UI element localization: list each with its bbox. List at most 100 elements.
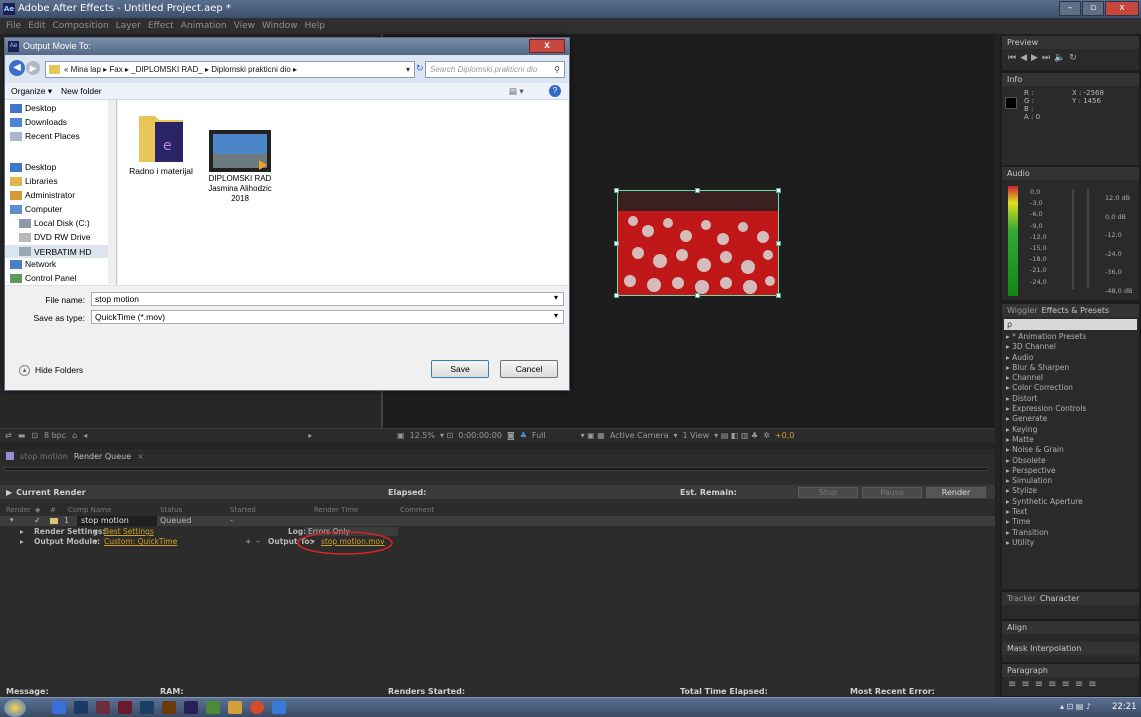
effect-category-item[interactable]: ▸ Simulation (1002, 476, 1139, 486)
frame-handle-bl[interactable] (614, 293, 619, 298)
menu-animation[interactable]: Animation (181, 18, 227, 34)
output-module-link[interactable]: Custom: QuickTime (104, 537, 177, 546)
cancel-button[interactable]: Cancel (500, 360, 558, 378)
file-item-video[interactable]: DIPLOMSKI RAD Jasmina Alihodzic 2018 (206, 130, 274, 204)
render-settings-expand-icon[interactable]: ▸ (20, 527, 24, 536)
tab-align[interactable]: Align (1007, 623, 1027, 632)
back-button[interactable]: ◀ (9, 60, 25, 76)
save-type-select[interactable]: QuickTime (*.mov) (91, 310, 564, 324)
col-comp-name[interactable]: Comp Name (68, 506, 111, 514)
view-options-icon[interactable]: ▤ ▾ (509, 83, 524, 100)
frame-handle-tl[interactable] (614, 188, 619, 193)
tab-mask-interpolation[interactable]: Mask Interpolation (1007, 644, 1081, 653)
tab-tracker[interactable]: Tracker (1007, 594, 1036, 603)
menu-effect[interactable]: Effect (148, 18, 174, 34)
nav-scrollbar[interactable] (108, 100, 116, 284)
nav-downloads[interactable]: Downloads (10, 117, 67, 127)
organize-menu[interactable]: Organize ▾ (11, 83, 52, 100)
nav-libraries[interactable]: Libraries (10, 176, 58, 186)
effect-category-item[interactable]: ▸ Color Correction (1002, 383, 1139, 393)
pause-button[interactable]: Pause (862, 487, 922, 498)
new-folder-icon[interactable]: ▬ (18, 431, 26, 440)
effect-category-item[interactable]: ▸ Synthetic Aperture (1002, 497, 1139, 507)
menu-edit[interactable]: Edit (28, 18, 45, 34)
camera-dropdown[interactable]: Active Camera (610, 431, 669, 440)
nav-local-disk[interactable]: Local Disk (C:) (19, 218, 90, 228)
nav-network[interactable]: Network (10, 259, 56, 269)
help-icon[interactable]: ? (549, 85, 561, 97)
tab-close-icon[interactable]: × (137, 452, 144, 461)
effect-category-item[interactable]: ▸ Noise & Grain (1002, 445, 1139, 455)
frame-handle-tm[interactable] (695, 188, 700, 193)
illustrator-taskbar-icon[interactable] (162, 701, 176, 714)
nav-verbatim[interactable]: VERBATIM HD (5, 245, 116, 258)
trash-icon[interactable]: ⌂ (72, 431, 77, 440)
nav-computer[interactable]: Computer (10, 204, 62, 214)
render-settings-link[interactable]: Best Settings (104, 527, 154, 536)
view-options-icon[interactable]: ▾ ▤ ◧ ▥ ♣ (714, 431, 758, 440)
effect-category-item[interactable]: ▸ Perspective (1002, 466, 1139, 476)
view-layout-dropdown[interactable]: 1 View (683, 431, 710, 440)
region-icon[interactable]: ▾ ▣ ▦ (581, 431, 605, 440)
tab-paragraph[interactable]: Paragraph (1007, 666, 1048, 675)
breadcrumb[interactable]: « Mina lap ▸ Fax ▸ _DIPLOMSKI RAD_ ▸ Dip… (45, 61, 415, 78)
exposure-icon[interactable]: ✲ (763, 431, 770, 440)
camera-snapshot-icon[interactable]: ◙ (507, 431, 515, 440)
explorer-taskbar-icon[interactable] (52, 701, 66, 714)
search-icon[interactable]: ⚲ (554, 62, 560, 77)
effect-category-item[interactable]: ▸ Time (1002, 517, 1139, 527)
tab-character[interactable]: Character (1040, 594, 1080, 603)
tab-audio[interactable]: Audio (1007, 169, 1030, 178)
exposure-value[interactable]: +0,0 (775, 431, 794, 440)
expand-icon[interactable]: ▾ (10, 516, 14, 524)
current-render-toggle-icon[interactable]: ▶ (6, 488, 12, 497)
render-button[interactable]: Render (926, 487, 986, 498)
audio-slider-right[interactable] (1087, 189, 1089, 289)
maximize-button[interactable]: ▫ (1082, 1, 1104, 16)
render-settings-dropdown-icon[interactable]: ▾ (94, 527, 98, 536)
indesign-taskbar-icon[interactable] (96, 701, 110, 714)
effect-category-item[interactable]: ▸ * Animation Presets (1002, 332, 1139, 342)
composition-frame[interactable] (617, 190, 779, 296)
stop-button[interactable]: Stop (798, 487, 858, 498)
preview-controls-icon[interactable]: ⏮◀▶⏭🔈↻ (1002, 49, 1139, 67)
search-input[interactable]: Search Diplomski prakticni dio ⚲ (425, 61, 565, 78)
frame-handle-ml[interactable] (614, 241, 619, 246)
file-name-dropdown-icon[interactable]: ▾ (554, 293, 558, 302)
bpc-label[interactable]: 8 bpc (44, 431, 66, 440)
aspect-icon[interactable]: ▾ ⊡ (440, 431, 453, 440)
photoshop-taskbar-icon[interactable] (140, 701, 154, 714)
col-comment[interactable]: Comment (400, 506, 434, 514)
interpret-footage-icon[interactable]: ⇄ (5, 431, 12, 440)
menu-view[interactable]: View (234, 18, 255, 34)
app-taskbar-icon[interactable] (118, 701, 132, 714)
tab-info[interactable]: Info (1007, 75, 1022, 84)
file-item-folder[interactable]: e Radno i materijal (126, 108, 196, 176)
frame-handle-mr[interactable] (776, 241, 781, 246)
col-number[interactable]: # (50, 506, 56, 514)
tab-effects-presets[interactable]: Effects & Presets (1042, 306, 1110, 315)
close-button[interactable]: x (1105, 1, 1139, 16)
file-name-input[interactable]: stop motion (91, 292, 564, 306)
effect-category-item[interactable]: ▸ Text (1002, 507, 1139, 517)
new-folder-button[interactable]: New folder (61, 83, 102, 100)
col-render[interactable]: Render (6, 506, 31, 514)
effect-category-item[interactable]: ▸ Transition (1002, 528, 1139, 538)
nav-administrator[interactable]: Administrator (10, 190, 75, 200)
effect-category-item[interactable]: ▸ Generate (1002, 414, 1139, 424)
menu-file[interactable]: File (6, 18, 21, 34)
chrome-taskbar-icon[interactable] (250, 701, 264, 714)
menu-window[interactable]: Window (262, 18, 298, 34)
col-render-time[interactable]: Render Time (314, 506, 358, 514)
app-taskbar-icon[interactable] (272, 701, 286, 714)
menu-layer[interactable]: Layer (116, 18, 141, 34)
save-button[interactable]: Save (431, 360, 489, 378)
frame-handle-bm[interactable] (695, 293, 700, 298)
col-started[interactable]: Started (230, 506, 256, 514)
add-output-icon[interactable]: + (245, 537, 251, 546)
lightroom-taskbar-icon[interactable] (74, 701, 88, 714)
start-button[interactable] (4, 699, 26, 717)
render-checkbox[interactable]: ✓ (34, 516, 41, 525)
always-preview-icon[interactable]: ▣ (397, 431, 405, 440)
color-channel-icon[interactable]: ♣ (520, 431, 527, 440)
